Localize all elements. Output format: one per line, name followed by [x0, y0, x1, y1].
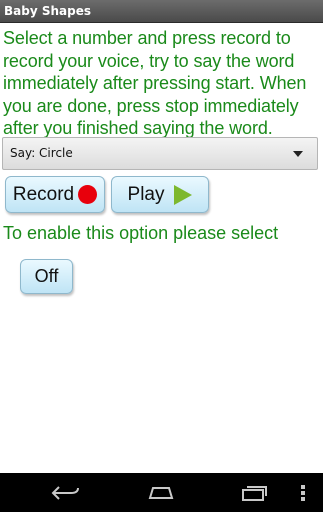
dropdown-arrow-icon	[293, 151, 303, 157]
record-label: Record	[12, 183, 75, 205]
play-button[interactable]: Play	[111, 176, 209, 213]
off-label: Off	[34, 266, 59, 286]
app-title: Baby Shapes	[4, 4, 91, 18]
off-toggle-button[interactable]: Off	[20, 259, 73, 294]
spinner-selected-value: Say: Circle	[10, 146, 73, 160]
app-title-bar: Baby Shapes	[0, 0, 323, 23]
home-icon[interactable]	[141, 473, 181, 512]
record-dot-icon	[78, 185, 98, 204]
menu-icon[interactable]	[293, 473, 313, 512]
back-icon[interactable]	[46, 473, 86, 512]
record-button[interactable]: Record	[5, 176, 105, 213]
instructions-text: Select a number and press record to reco…	[3, 28, 307, 138]
play-triangle-icon	[174, 184, 193, 205]
enable-option-text: To enable this option please select	[3, 223, 279, 243]
system-navigation-bar	[0, 473, 323, 512]
play-label: Play	[127, 183, 165, 205]
recent-apps-icon[interactable]	[234, 473, 274, 512]
word-spinner[interactable]: Say: Circle	[2, 137, 318, 170]
